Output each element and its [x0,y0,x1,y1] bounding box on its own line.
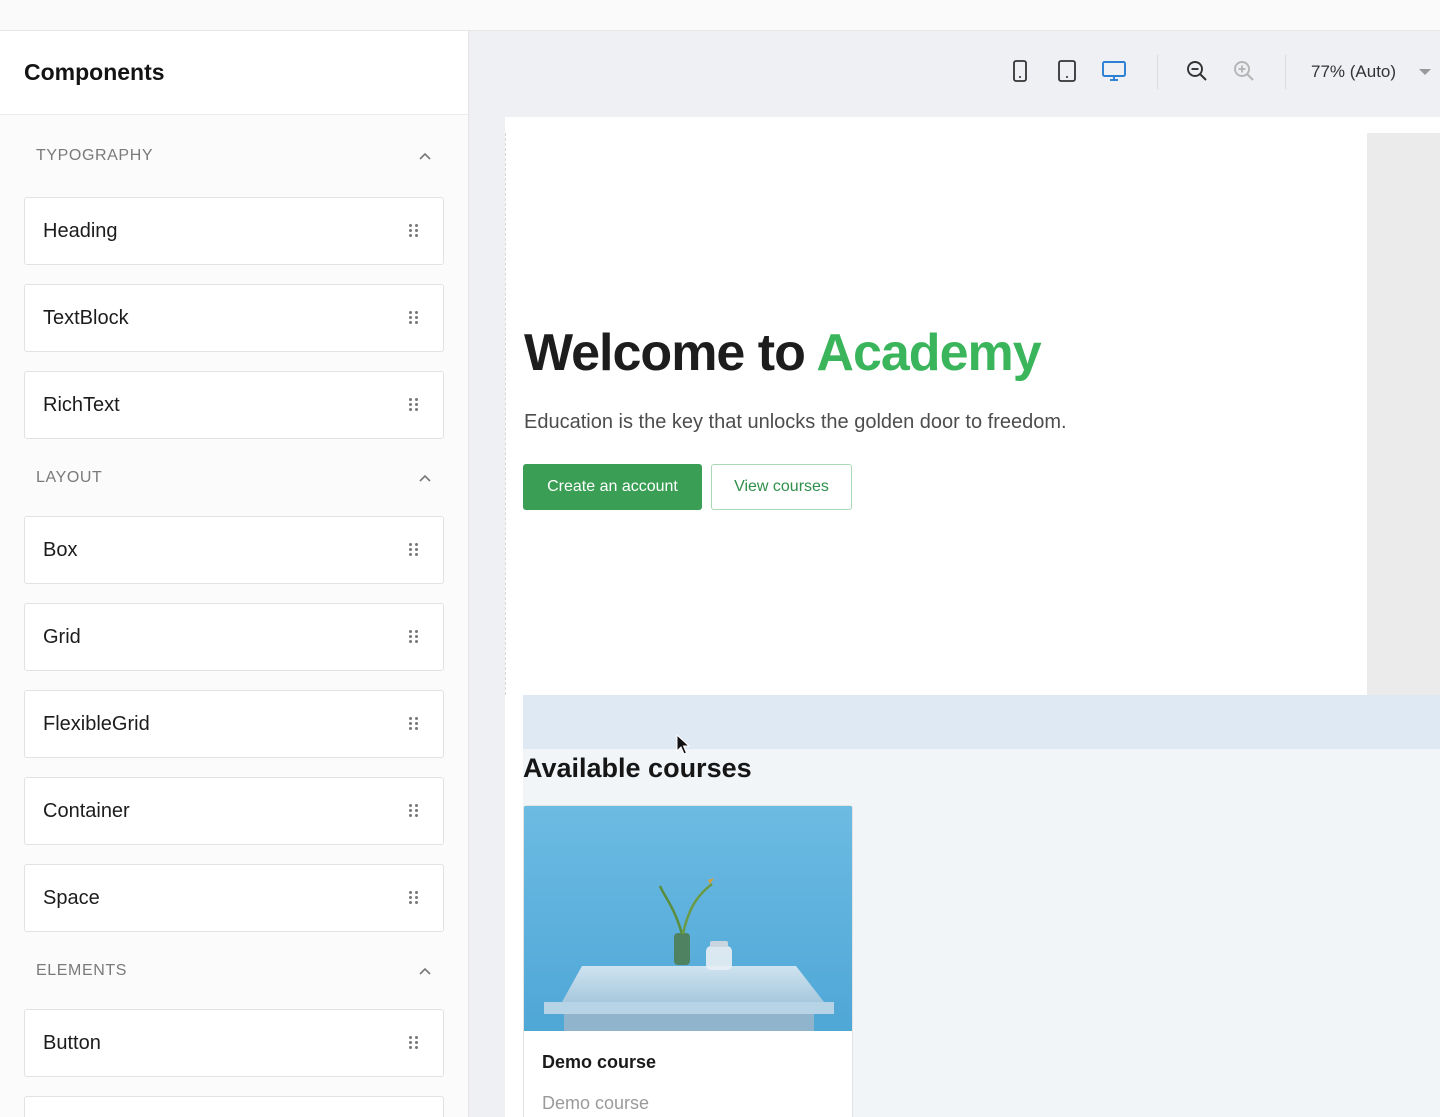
hero-title: Welcome to Academy [524,323,1042,383]
editor-canvas[interactable]: 77% (Auto) Welcome to Academy Education … [469,31,1440,1117]
drag-handle-icon[interactable] [409,891,419,905]
drag-handle-icon[interactable] [409,311,419,325]
component-label: RichText [43,393,120,416]
component-label: Container [43,799,130,822]
page-gutter [1367,133,1440,695]
component-label: Box [43,538,78,561]
component-label: Heading [43,219,118,242]
component-grid[interactable]: Grid [24,603,444,671]
courses-title: Available courses [523,753,752,783]
chevron-up-icon[interactable] [418,149,432,163]
sidebar-title: Components [24,59,165,85]
component-label: Button [43,1031,101,1054]
sidebar-header: Components [0,31,468,115]
course-name: Demo course [542,1052,657,1072]
components-sidebar: Components TYPOGRAPHY Heading TextBlock … [0,31,469,1117]
component-next[interactable] [24,1096,444,1117]
component-label: TextBlock [43,306,129,329]
chevron-up-icon[interactable] [418,471,432,485]
section-elements: ELEMENTS Button [24,932,444,1117]
desktop-icon[interactable] [1101,58,1127,84]
view-courses-button[interactable]: View courses [711,464,852,510]
drag-handle-icon[interactable] [409,804,419,818]
component-heading[interactable]: Heading [24,197,444,265]
hero-subtitle: Education is the key that unlocks the go… [524,411,1067,433]
toolbar-divider [1285,55,1286,89]
course-image [524,806,852,1031]
drag-handle-icon[interactable] [409,224,419,238]
drag-handle-icon[interactable] [409,543,419,557]
component-box[interactable]: Box [24,516,444,584]
drag-handle-icon[interactable] [409,717,419,731]
component-richtext[interactable]: RichText [24,371,444,439]
component-label: Space [43,886,100,909]
mouse-cursor-icon [676,734,690,755]
courses-section[interactable]: Available courses Demo course Demo cours… [523,749,1440,1117]
drag-handle-icon[interactable] [409,1036,419,1050]
top-strip [0,0,1440,31]
sidebar-body[interactable]: TYPOGRAPHY Heading TextBlock RichText LA [0,115,468,1117]
tablet-icon[interactable] [1054,58,1080,84]
component-space[interactable]: Space [24,864,444,932]
section-label: LAYOUT [36,468,103,486]
component-textblock[interactable]: TextBlock [24,284,444,352]
component-container[interactable]: Container [24,777,444,845]
section-header-layout[interactable]: LAYOUT [24,439,444,516]
mobile-icon[interactable] [1007,58,1033,84]
chevron-down-icon[interactable] [1419,69,1431,75]
zoom-out-icon[interactable] [1184,58,1210,84]
section-layout: LAYOUT Box Grid FlexibleGrid Container S… [24,439,444,932]
preview-page[interactable]: Welcome to Academy Education is the key … [505,117,1440,1117]
section-header-typography[interactable]: TYPOGRAPHY [24,115,444,197]
chevron-up-icon[interactable] [418,964,432,978]
component-button[interactable]: Button [24,1009,444,1077]
hero-section[interactable]: Welcome to Academy Education is the key … [505,133,1367,695]
course-description: Demo course [542,1093,650,1113]
create-account-button[interactable]: Create an account [523,464,702,510]
component-label: FlexibleGrid [43,712,150,735]
component-flexiblegrid[interactable]: FlexibleGrid [24,690,444,758]
section-typography: TYPOGRAPHY Heading TextBlock RichText [24,115,444,439]
zoom-select[interactable]: 77% (Auto) [1311,62,1396,82]
canvas-toolbar: 77% (Auto) [469,31,1440,115]
zoom-in-icon[interactable] [1231,58,1257,84]
toolbar-divider [1157,55,1158,89]
hero-title-prefix: Welcome to [524,324,817,382]
section-label: TYPOGRAPHY [36,147,154,164]
section-label: ELEMENTS [36,961,128,979]
hero-title-accent: Academy [816,324,1041,382]
section-header-elements[interactable]: ELEMENTS [24,932,444,1009]
drag-handle-icon[interactable] [409,630,419,644]
course-card[interactable]: Demo course Demo course [523,805,853,1117]
drop-zone-indicator[interactable] [523,695,1440,749]
component-label: Grid [43,625,81,648]
drag-handle-icon[interactable] [409,398,419,412]
